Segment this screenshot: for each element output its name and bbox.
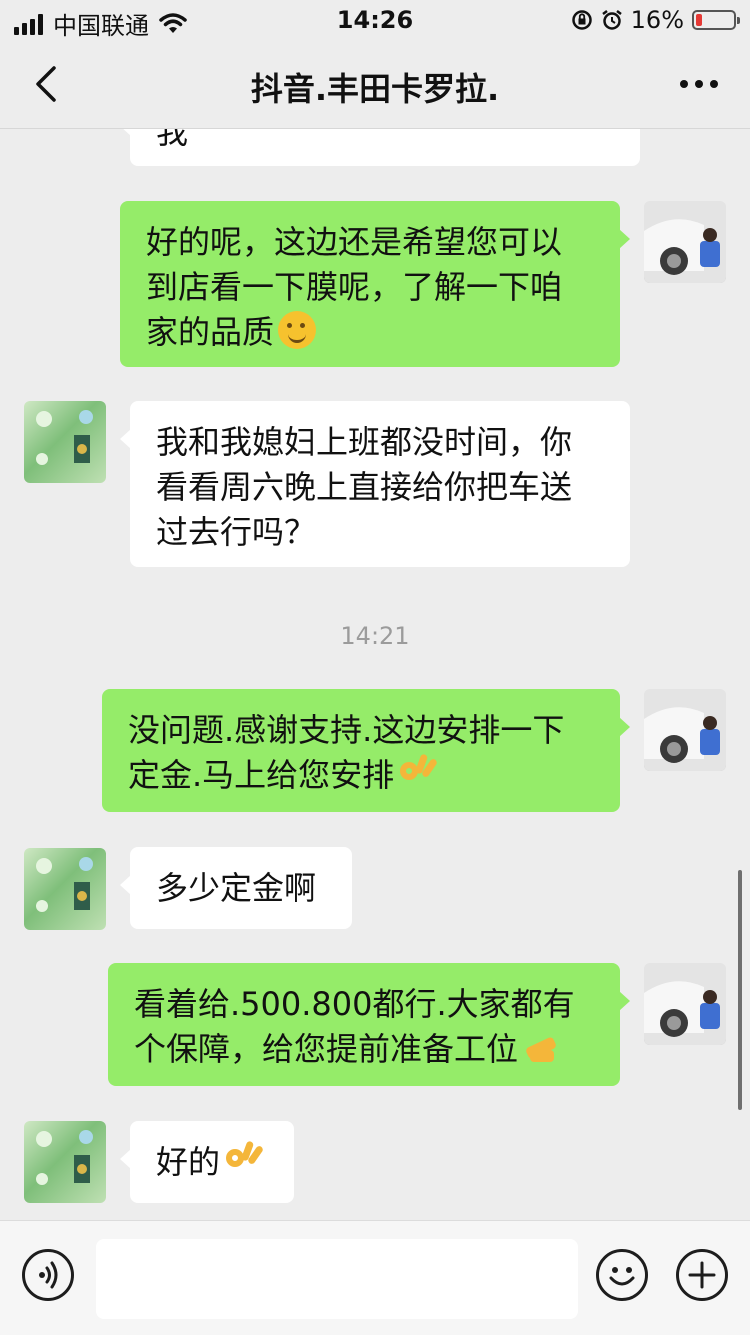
message-line: 好的呢，这边还是希望您可以 [146, 223, 563, 261]
message-bubble-incoming[interactable]: 好的 [120, 1121, 294, 1203]
message-line: 没问题.感谢支持.这边安排一下 [128, 711, 565, 749]
ok-hand-emoji-icon [224, 1140, 265, 1179]
message-bubble-outgoing[interactable]: 看着给.500.800都行.大家都有 个保障，给您提前准备工位 [108, 963, 630, 1086]
message-line: 我和我媳妇上班都没时间，你 [156, 423, 573, 461]
message-text: 我 [156, 128, 189, 151]
status-bar: 中国联通 14:26 16% [0, 0, 750, 40]
message-line: 看着给.500.800都行.大家都有 [134, 985, 575, 1023]
flower-pattern-icon [36, 1130, 93, 1185]
input-bar [0, 1220, 750, 1335]
chat-area[interactable]: 我 好的呢，这边还是希望您可以 到店看一下膜呢，了解一下咱 家的品质 我和我媳妇… [0, 128, 750, 1220]
flower-pattern-icon [36, 857, 93, 912]
my-avatar[interactable] [644, 689, 726, 771]
chat-timestamp: 14:21 [340, 622, 410, 650]
contact-avatar[interactable] [24, 401, 106, 483]
flower-pattern-icon [36, 410, 93, 465]
message-line: 多少定金啊 [156, 869, 317, 907]
more-actions-button[interactable] [676, 1249, 728, 1301]
car-photo-icon [644, 201, 726, 283]
status-right: 16% [571, 6, 740, 34]
message-line: 定金.马上给您安排 [128, 756, 395, 794]
message-line: 个保障，给您提前准备工位 [134, 1030, 519, 1068]
car-photo-icon [644, 689, 726, 771]
pointing-hand-emoji-icon [522, 1028, 562, 1066]
alarm-icon [601, 10, 622, 30]
chat-scrollbar[interactable] [738, 870, 742, 1110]
chat-title: 抖音.丰田卡罗拉. [250, 70, 500, 108]
message-input[interactable] [96, 1239, 578, 1319]
message-bubble-outgoing[interactable]: 好的呢，这边还是希望您可以 到店看一下膜呢，了解一下咱 家的品质 [120, 201, 630, 367]
contact-avatar[interactable] [24, 848, 106, 930]
message-line: 到店看一下膜呢，了解一下咱 [146, 268, 563, 306]
message-bubble-incoming[interactable]: 我和我媳妇上班都没时间，你 看看周六晚上直接给你把车送 过去行吗？ [120, 401, 630, 567]
my-avatar[interactable] [644, 201, 726, 283]
ok-hand-emoji-icon [398, 753, 439, 792]
voice-icon [39, 1261, 58, 1289]
message-line: 好的 [156, 1143, 221, 1181]
emoji-button[interactable] [596, 1249, 648, 1301]
plus-icon [688, 1261, 716, 1289]
message-bubble-incoming[interactable]: 我 [120, 128, 640, 166]
message-bubble-outgoing[interactable]: 没问题.感谢支持.这边安排一下 定金.马上给您安排 [102, 689, 630, 812]
message-bubble-incoming[interactable]: 多少定金啊 [120, 847, 352, 929]
smirk-emoji-icon [278, 311, 317, 349]
more-options-icon[interactable] [680, 80, 718, 88]
nav-bar: 抖音.丰田卡罗拉. [0, 40, 750, 129]
message-line: 看看周六晚上直接给你把车送 [156, 468, 573, 506]
battery-percent: 16% [630, 6, 684, 34]
my-avatar[interactable] [644, 963, 726, 1045]
voice-input-button[interactable] [22, 1249, 74, 1301]
message-line: 家的品质 [146, 313, 275, 351]
rotation-lock-icon [571, 10, 592, 30]
emoji-smile-icon [609, 1267, 635, 1286]
message-line: 过去行吗？ [156, 513, 317, 551]
battery-icon [692, 10, 740, 30]
car-photo-icon [644, 963, 726, 1045]
contact-avatar[interactable] [24, 1121, 106, 1203]
